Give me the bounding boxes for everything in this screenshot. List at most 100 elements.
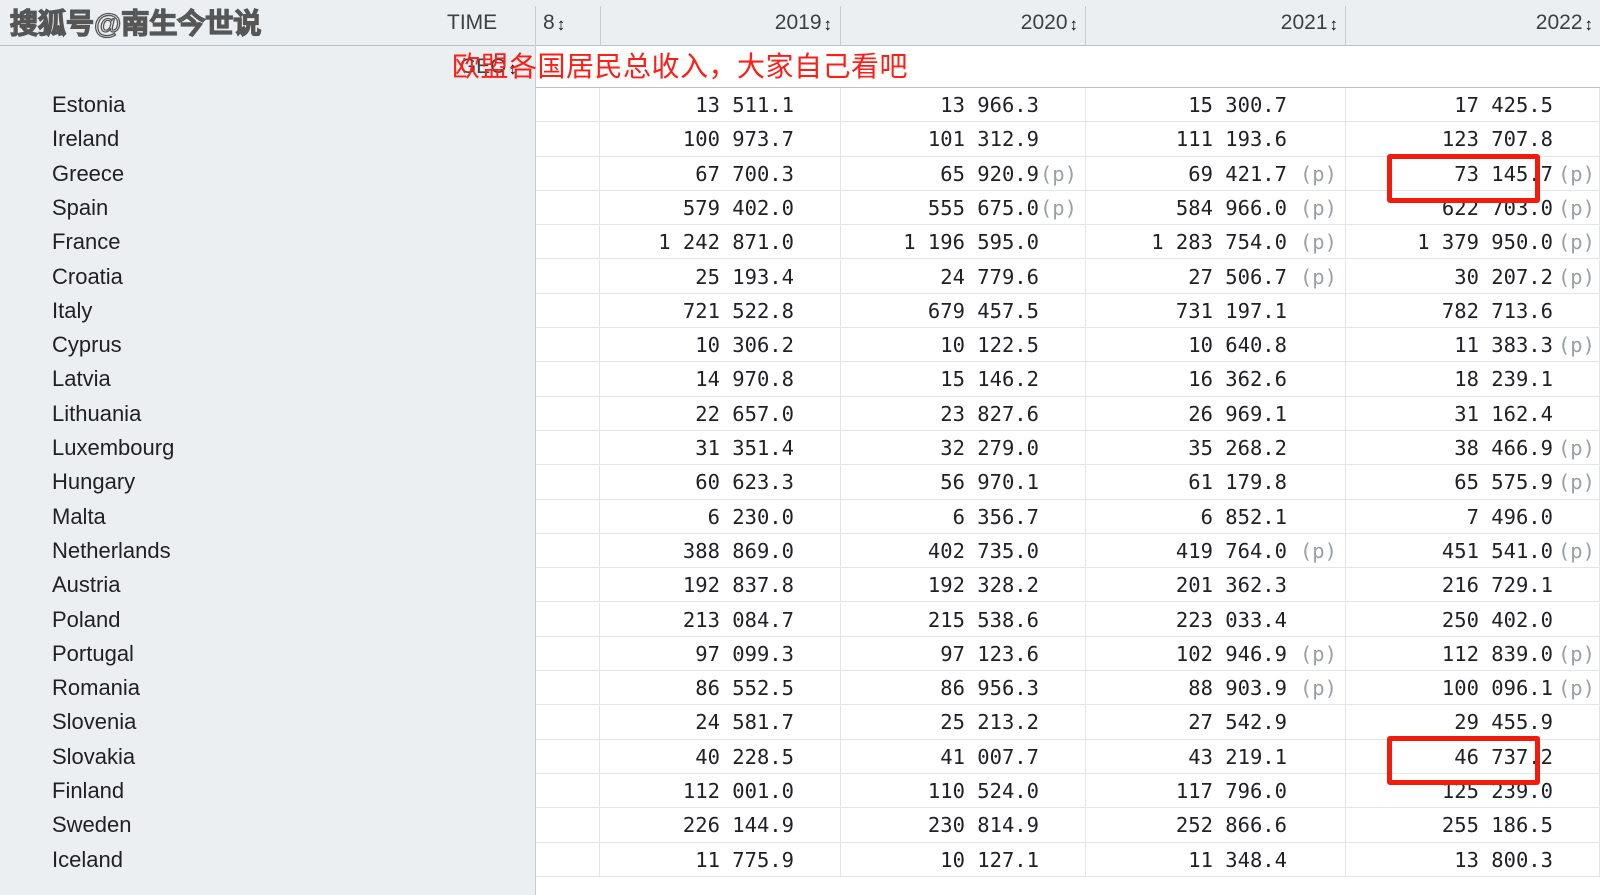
value-cell-2020[interactable]: 10 122.5	[841, 328, 1086, 363]
header-year-2020[interactable]: 2020 ↕	[841, 0, 1078, 46]
value-cell-2019[interactable]: 226 144.9	[600, 808, 841, 843]
table-row[interactable]: Italy 721 522.8 679 457.5 731 197.1 782 713.…	[0, 293, 1600, 329]
value-cell-2020[interactable]: 6 356.7	[841, 499, 1086, 534]
header-year-2022[interactable]: 2022 ↕	[1346, 0, 1593, 46]
value-cell-2021[interactable]: 88 903.9 (p)	[1086, 671, 1346, 706]
value-cell-2021[interactable]: 102 946.9 (p)	[1086, 636, 1346, 672]
value-cell-2022[interactable]: 73 145.7 (p)	[1346, 156, 1600, 191]
table-row[interactable]: Austria 192 837.8 192 328.2 201 362.3 216 72…	[0, 568, 1600, 603]
value-cell-2019[interactable]: 97 099.3	[600, 636, 841, 672]
value-cell-2022[interactable]: 38 466.9 (p)	[1346, 431, 1600, 466]
value-cell-2019[interactable]: 67 700.3	[600, 156, 841, 191]
sort-arrows-icon[interactable]: ↕	[824, 16, 833, 33]
table-row[interactable]: Estonia 13 511.1 13 966.3 15 300.7 17 425.5	[0, 88, 1600, 123]
value-cell-2021[interactable]: 117 796.0	[1086, 774, 1346, 809]
table-row[interactable]: Sweden 226 144.9 230 814.9 252 866.6 255 186…	[0, 808, 1600, 843]
value-cell-2022[interactable]: 18 239.1	[1346, 362, 1600, 397]
table-row[interactable]: Greece 67 700.3 65 920.9 (p) 69 421.7 (p) 73 1…	[0, 156, 1600, 191]
value-cell-2022[interactable]: 65 575.9 (p)	[1346, 465, 1600, 500]
table-row[interactable]: Hungary 60 623.3 56 970.1 61 179.8 65 575.9(…	[0, 465, 1600, 500]
value-cell-2019[interactable]: 22 657.0	[600, 396, 841, 431]
header-unit-column[interactable]: 8 ↕	[543, 0, 565, 46]
sort-arrows-icon[interactable]: ↕	[1585, 16, 1594, 33]
value-cell-2020[interactable]: 101 312.9	[841, 122, 1086, 157]
value-cell-2019[interactable]: 86 552.5	[600, 671, 841, 706]
value-cell-2022[interactable]: 782 713.6	[1346, 293, 1600, 329]
value-cell-2020[interactable]: 25 213.2	[841, 705, 1086, 740]
value-cell-2022[interactable]: 46 737.2	[1346, 739, 1600, 774]
value-cell-2019[interactable]: 100 973.7	[600, 122, 841, 157]
sort-arrows-icon[interactable]: ↕	[557, 16, 566, 33]
value-cell-2020[interactable]: 192 328.2	[841, 568, 1086, 603]
value-cell-2019[interactable]: 14 970.8	[600, 362, 841, 397]
value-cell-2022[interactable]: 112 839.0 (p)	[1346, 636, 1600, 672]
value-cell-2020[interactable]: 65 920.9 (p)	[841, 156, 1086, 191]
value-cell-2021[interactable]: 6 852.1	[1086, 499, 1346, 534]
value-cell-2019[interactable]: 112 001.0	[600, 774, 841, 809]
value-cell-2021[interactable]: 223 033.4	[1086, 602, 1346, 637]
value-cell-2019[interactable]: 721 522.8	[600, 293, 841, 329]
value-cell-2021[interactable]: 27 542.9	[1086, 705, 1346, 740]
value-cell-2021[interactable]: 27 506.7 (p)	[1086, 259, 1346, 294]
value-cell-2022[interactable]: 31 162.4	[1346, 396, 1600, 431]
value-cell-2021[interactable]: 69 421.7 (p)	[1086, 156, 1346, 191]
value-cell-2022[interactable]: 11 383.3 (p)	[1346, 328, 1600, 363]
table-row[interactable]: Netherlands 388 869.0 402 735.0 419 764.0 (p…	[0, 533, 1600, 569]
value-cell-2022[interactable]: 216 729.1	[1346, 568, 1600, 603]
value-cell-2020[interactable]: 24 779.6	[841, 259, 1086, 294]
table-row[interactable]: Croatia 25 193.4 24 779.6 27 506.7 (p) 30 207…	[0, 259, 1600, 294]
value-cell-2021[interactable]: 10 640.8	[1086, 328, 1346, 363]
value-cell-2020[interactable]: 56 970.1	[841, 465, 1086, 500]
value-cell-2020[interactable]: 1 196 595.0	[841, 225, 1086, 260]
value-cell-2021[interactable]: 731 197.1	[1086, 293, 1346, 329]
value-cell-2021[interactable]: 16 362.6	[1086, 362, 1346, 397]
value-cell-2019[interactable]: 25 193.4	[600, 259, 841, 294]
value-cell-2019[interactable]: 579 402.0	[600, 190, 841, 226]
table-row[interactable]: Slovenia 24 581.7 25 213.2 27 542.9 29 455.9	[0, 705, 1600, 740]
value-cell-2020[interactable]: 86 956.3	[841, 671, 1086, 706]
value-cell-2019[interactable]: 60 623.3	[600, 465, 841, 500]
value-cell-2020[interactable]: 23 827.6	[841, 396, 1086, 431]
value-cell-2019[interactable]: 6 230.0	[600, 499, 841, 534]
value-cell-2022[interactable]: 255 186.5	[1346, 808, 1600, 843]
value-cell-2022[interactable]: 30 207.2 (p)	[1346, 259, 1600, 294]
table-row[interactable]: Lithuania 22 657.0 23 827.6 26 969.1 31 162.…	[0, 396, 1600, 431]
table-row[interactable]: Spain 579 402.0 555 675.0 (p) 584 966.0 (p) 62…	[0, 190, 1600, 226]
table-row[interactable]: France 1 242 871.0 1 196 595.0 1 283 754.0 (…	[0, 225, 1600, 260]
header-year-2021[interactable]: 2021 ↕	[1086, 0, 1338, 46]
value-cell-2019[interactable]: 24 581.7	[600, 705, 841, 740]
value-cell-2022[interactable]: 29 455.9	[1346, 705, 1600, 740]
value-cell-2020[interactable]: 97 123.6	[841, 636, 1086, 672]
value-cell-2020[interactable]: 10 127.1	[841, 842, 1086, 877]
value-cell-2020[interactable]: 32 279.0	[841, 431, 1086, 466]
value-cell-2021[interactable]: 1 283 754.0 (p)	[1086, 225, 1346, 260]
value-cell-2022[interactable]: 17 425.5	[1346, 88, 1600, 123]
value-cell-2020[interactable]: 215 538.6	[841, 602, 1086, 637]
value-cell-2021[interactable]: 26 969.1	[1086, 396, 1346, 431]
table-row[interactable]: Portugal 97 099.3 97 123.6 102 946.9 (p) 112 …	[0, 636, 1600, 672]
value-cell-2020[interactable]: 110 524.0	[841, 774, 1086, 809]
table-row[interactable]: Luxembourg 31 351.4 32 279.0 35 268.2 38 466…	[0, 431, 1600, 466]
value-cell-2020[interactable]: 555 675.0 (p)	[841, 190, 1086, 226]
value-cell-2022[interactable]: 250 402.0	[1346, 602, 1600, 637]
value-cell-2019[interactable]: 11 775.9	[600, 842, 841, 877]
value-cell-2020[interactable]: 15 146.2	[841, 362, 1086, 397]
value-cell-2020[interactable]: 13 966.3	[841, 88, 1086, 123]
table-row[interactable]: Romania 86 552.5 86 956.3 88 903.9 (p) 100 09…	[0, 671, 1600, 706]
value-cell-2022[interactable]: 100 096.1 (p)	[1346, 671, 1600, 706]
value-cell-2022[interactable]: 451 541.0 (p)	[1346, 533, 1600, 569]
value-cell-2019[interactable]: 31 351.4	[600, 431, 841, 466]
value-cell-2019[interactable]: 192 837.8	[600, 568, 841, 603]
value-cell-2019[interactable]: 13 511.1	[600, 88, 841, 123]
table-row[interactable]: Slovakia 40 228.5 41 007.7 43 219.1 46 737.2	[0, 739, 1600, 774]
value-cell-2020[interactable]: 679 457.5	[841, 293, 1086, 329]
value-cell-2019[interactable]: 388 869.0	[600, 533, 841, 569]
table-row[interactable]: Poland 213 084.7 215 538.6 223 033.4 250 402…	[0, 602, 1600, 637]
value-cell-2020[interactable]: 402 735.0	[841, 533, 1086, 569]
value-cell-2022[interactable]: 7 496.0	[1346, 499, 1600, 534]
value-cell-2020[interactable]: 41 007.7	[841, 739, 1086, 774]
table-row[interactable]: Iceland 11 775.9 10 127.1 11 348.4 13 800.3	[0, 842, 1600, 877]
value-cell-2021[interactable]: 419 764.0 (p)	[1086, 533, 1346, 569]
value-cell-2021[interactable]: 43 219.1	[1086, 739, 1346, 774]
table-body[interactable]: Estonia 13 511.1 13 966.3 15 300.7 17 425.5 I…	[0, 88, 1600, 895]
